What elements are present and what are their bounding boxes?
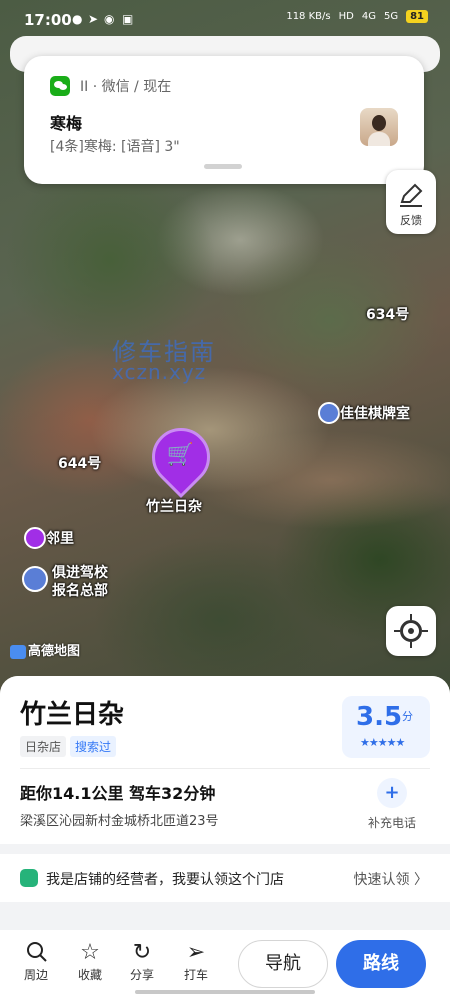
share-label: 分享 [129, 968, 154, 982]
nearby-button[interactable]: 周边 [16, 940, 56, 983]
taxi-label: 打车 [183, 968, 208, 982]
map-label-chess-room[interactable]: 佳佳棋牌室 [340, 403, 410, 423]
map-label-driving-school-1[interactable]: 俱进驾校 [52, 562, 108, 582]
add-phone-label: 补充电话 [367, 816, 416, 830]
divider [20, 768, 430, 769]
navigate-button[interactable]: 导航 [238, 940, 328, 988]
taxi-icon: ➢ [186, 940, 206, 965]
notification-sender: 寒梅 [50, 114, 83, 133]
rating-unit: 分 [402, 710, 413, 723]
nearby-label: 周边 [23, 968, 48, 982]
poi-category-tag: 日杂店 [20, 736, 67, 757]
route-button[interactable]: 路线 [336, 940, 426, 988]
claim-text: 我是店铺的经营者，我要认领这个门店 [46, 872, 284, 888]
add-phone-button[interactable]: + 补充电话 [368, 778, 416, 831]
poi-rating[interactable]: 3.5 分 ★★★★★ [342, 696, 430, 758]
share-button[interactable]: ↻ 分享 [122, 940, 162, 983]
news-icon: ▣ [122, 12, 134, 26]
app-icon: ◉ [104, 12, 115, 26]
search-icon [16, 940, 56, 966]
hd-icon: HD [338, 11, 354, 22]
cart-icon: 🛒 [166, 442, 194, 468]
home-indicator[interactable] [135, 990, 315, 994]
map-label-644: 644号 [58, 456, 102, 472]
locate-tick-top [410, 614, 412, 620]
wechat-notification[interactable]: II · 微信 / 现在 寒梅 [4条]寒梅: [语音] 3" [24, 56, 424, 184]
wechat-icon [50, 76, 70, 96]
signal-5g-icon: 5G [383, 11, 399, 22]
search-icon-svg [27, 942, 47, 962]
locate-dot [408, 628, 414, 634]
rating-value: 3.5 [356, 702, 403, 732]
sender-avatar [360, 108, 398, 146]
gaode-logo-icon [10, 644, 26, 659]
pencil-icon [400, 183, 423, 207]
rating-stars-icon: ★★★★★ [360, 736, 405, 749]
poi-distance: 距你14.1公里 驾车32分钟 [20, 784, 216, 803]
feedback-button[interactable]: 反馈 [386, 170, 436, 234]
map-label-shop[interactable]: 竹兰日杂 [146, 496, 202, 516]
status-bar: 17:00 ● ➤ ◉ ▣ 118 KB/s HD 4G 5G 81 [0, 0, 450, 40]
notification-source: II · 微信 / 现在 [80, 79, 172, 95]
shop-pin-icon[interactable]: 🛒 [139, 415, 223, 499]
map-label-driving-school-2[interactable]: 报名总部 [52, 580, 108, 600]
telegram-icon: ➤ [88, 12, 99, 26]
favorite-button[interactable]: ☆ 收藏 [70, 940, 110, 983]
store-icon [20, 869, 38, 887]
net-speed: 118 KB/s [286, 11, 331, 22]
signal-4g-icon: 4G [361, 11, 376, 22]
claim-store-row[interactable]: 我是店铺的经营者，我要认领这个门店 快速认领 〉 [0, 854, 450, 902]
star-icon: ☆ [80, 940, 100, 965]
notification-handle[interactable] [204, 164, 242, 169]
claim-action-link[interactable]: 快速认领 〉 [354, 869, 428, 889]
locate-button[interactable] [386, 606, 436, 656]
poi-searched-tag: 搜索过 [70, 736, 117, 757]
gaode-logo: 高德地图 [10, 640, 80, 659]
taxi-button[interactable]: ➢ 打车 [176, 940, 216, 983]
poi-address[interactable]: 梁溪区沁园新村金城桥北匝道23号 [20, 810, 219, 829]
feedback-label: 反馈 [400, 214, 422, 227]
locate-tick-right [422, 630, 428, 632]
poi-card: 竹兰日杂 日杂店 搜索过 3.5 分 ★★★★★ 距你14.1公里 驾车32分钟… [0, 676, 450, 844]
share-icon: ↻ [132, 940, 152, 965]
locate-tick-bottom [410, 642, 412, 648]
status-time: 17:00 [24, 11, 72, 29]
chat-icon: ● [72, 12, 83, 26]
map-label-neighbor[interactable]: 邻里 [46, 528, 74, 548]
favorite-label: 收藏 [77, 968, 102, 982]
status-right: 118 KB/s HD 4G 5G 81 [286, 10, 428, 23]
gaode-logo-text: 高德地图 [28, 644, 81, 659]
battery-icon: 81 [406, 10, 428, 23]
notification-message: [4条]寒梅: [语音] 3" [50, 139, 180, 155]
poi-name: 竹兰日杂 [20, 700, 125, 730]
driving-school-pin-icon[interactable] [22, 566, 48, 592]
locate-tick-left [394, 630, 400, 632]
map-label-634: 634号 [366, 307, 410, 323]
neighbor-pin-icon[interactable] [24, 527, 46, 549]
chess-room-pin-icon[interactable] [318, 402, 340, 424]
plus-icon: + [377, 778, 407, 808]
watermark-url: xczn.xyz [112, 360, 207, 384]
